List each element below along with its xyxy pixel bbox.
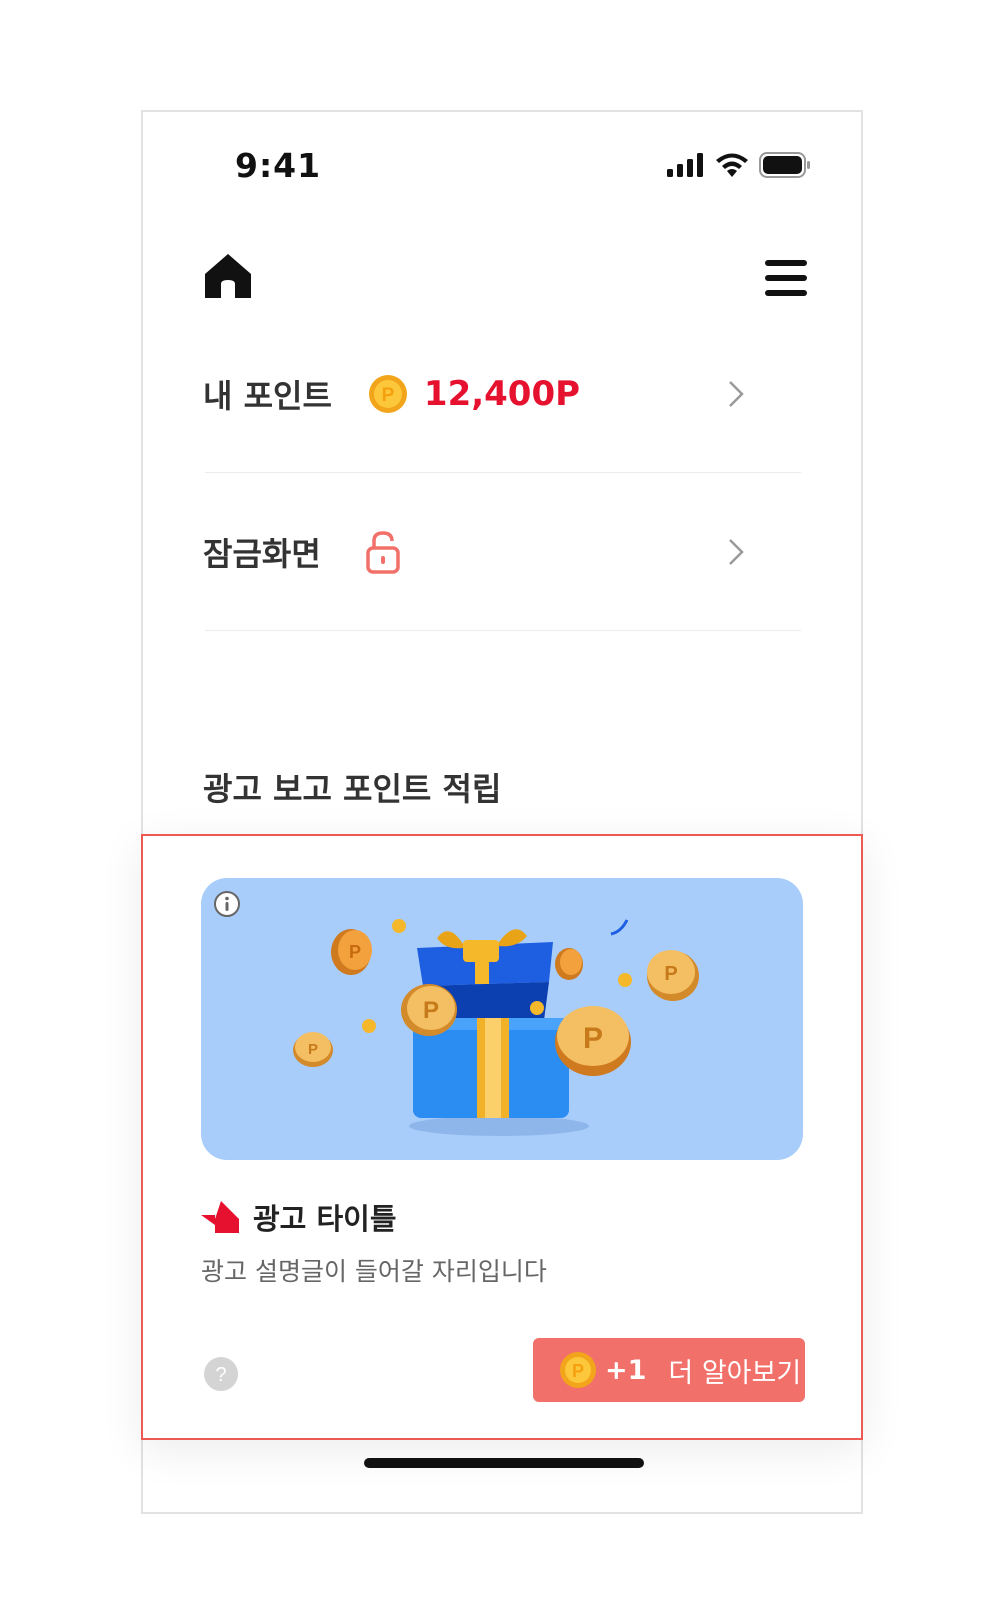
svg-text:P: P xyxy=(583,1022,603,1055)
points-label: 내 포인트 xyxy=(203,377,332,415)
section-title: 광고 보고 포인트 적립 xyxy=(203,770,502,808)
phone-frame: 9:41 내 포인트 P 12,400P 잠금화면 광고 보고 포인트 적립 P… xyxy=(141,110,863,1514)
svg-text:P: P xyxy=(308,1041,318,1058)
ad-description: 광고 설명글이 들어갈 자리입니다 xyxy=(201,1257,547,1286)
ad-title-row: 광고 타이틀 xyxy=(201,1196,397,1238)
battery-icon xyxy=(759,152,810,178)
coin-icon: P xyxy=(368,375,407,413)
learn-more-button[interactable]: P +1 더 알아보기 xyxy=(533,1338,805,1402)
home-icon[interactable] xyxy=(203,252,253,304)
svg-text:P: P xyxy=(664,963,677,985)
help-icon[interactable]: ? xyxy=(203,1356,239,1392)
lockscreen-row[interactable]: 잠금화면 xyxy=(203,522,803,582)
lockscreen-label: 잠금화면 xyxy=(203,535,321,573)
cta-points: +1 xyxy=(605,1354,647,1386)
coin-icon: P xyxy=(331,929,372,975)
status-icons xyxy=(667,152,811,178)
ad-banner-image[interactable]: P P P P P xyxy=(201,878,803,1160)
svg-text:P: P xyxy=(382,385,395,406)
info-icon[interactable] xyxy=(213,890,241,918)
signal-icon xyxy=(667,153,703,177)
chevron-right-icon xyxy=(729,381,744,407)
status-time: 9:41 xyxy=(235,146,322,185)
svg-text:P: P xyxy=(423,997,439,1024)
coin-icon xyxy=(555,948,583,980)
cta-label: 더 알아보기 xyxy=(668,1357,802,1389)
ad-card[interactable]: P P P P P 광고 타이틀 광고 설명글이 들어갈 자리입니다 ? P +… xyxy=(141,834,863,1440)
wifi-icon xyxy=(716,153,748,177)
svg-text:P: P xyxy=(572,1361,584,1381)
ad-title: 광고 타이틀 xyxy=(253,1202,397,1236)
divider xyxy=(205,472,801,473)
divider xyxy=(205,630,801,631)
svg-text:P: P xyxy=(349,942,361,962)
gift-box-illustration: P P P P P xyxy=(293,919,699,1136)
ad-logo-icon xyxy=(201,1201,239,1233)
home-indicator[interactable] xyxy=(364,1458,644,1468)
coin-icon: P xyxy=(555,1006,631,1076)
coin-icon: P xyxy=(293,1032,333,1067)
unlock-icon xyxy=(366,531,400,574)
points-value: 12,400P xyxy=(423,374,581,414)
points-row[interactable]: 내 포인트 P 12,400P xyxy=(203,364,803,424)
chevron-right-icon xyxy=(729,539,744,565)
menu-icon[interactable] xyxy=(765,260,807,300)
coin-icon: P xyxy=(560,1352,596,1388)
coin-icon: P xyxy=(647,950,699,1001)
svg-text:?: ? xyxy=(215,1364,226,1386)
coin-icon: P xyxy=(401,984,457,1036)
